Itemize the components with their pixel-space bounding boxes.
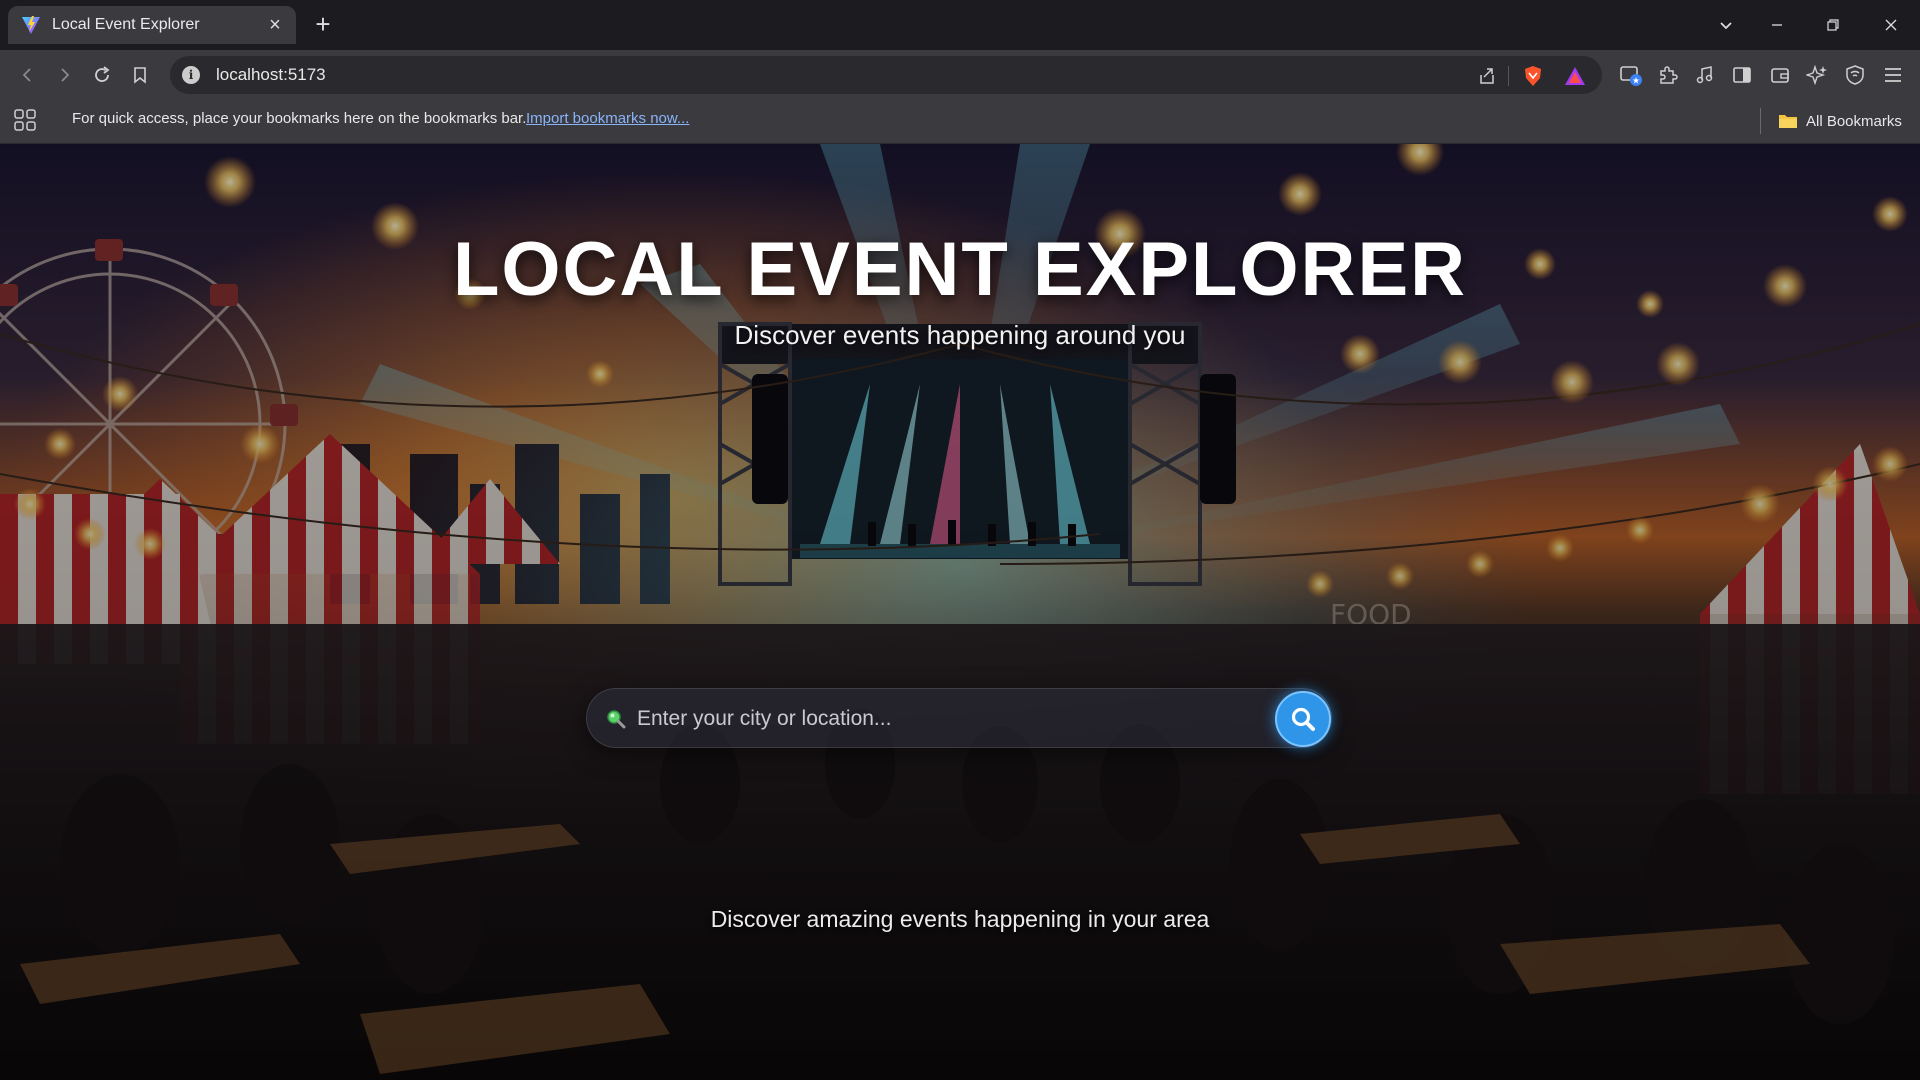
extensions-icon[interactable] <box>1655 62 1681 88</box>
bookmarks-divider <box>1760 108 1761 134</box>
browser-toolbar: i localhost:5173 ★ <box>0 50 1920 100</box>
wallet-icon[interactable] <box>1767 62 1793 88</box>
sidebar-icon[interactable] <box>1729 62 1755 88</box>
omnibox-divider <box>1508 66 1509 86</box>
vpn-icon[interactable] <box>1842 62 1868 88</box>
brave-shield-icon[interactable] <box>1522 65 1544 87</box>
page-viewport: FOOD <box>0 144 1920 1080</box>
menu-icon[interactable] <box>1880 62 1906 88</box>
page-subtitle: Discover events happening around you <box>734 320 1186 350</box>
share-icon[interactable] <box>1476 65 1498 87</box>
page-title: LOCAL EVENT EXPLORER <box>452 227 1468 312</box>
tab-title: Local Event Explorer <box>52 16 200 33</box>
location-search-input[interactable] <box>637 697 1247 741</box>
svg-text:★: ★ <box>1632 77 1640 87</box>
back-icon[interactable] <box>14 61 42 89</box>
search-button[interactable] <box>1275 691 1331 747</box>
plus-icon[interactable]: + <box>310 11 336 38</box>
reload-icon[interactable] <box>88 61 116 89</box>
forward-icon[interactable] <box>50 61 78 89</box>
events-empty-message: Discover amazing events happening in you… <box>710 906 1210 932</box>
import-bookmarks-link[interactable]: Import bookmarks now... <box>526 110 689 127</box>
search-icon <box>605 708 627 730</box>
brave-rewards-icon[interactable] <box>1564 65 1586 87</box>
address-bar[interactable]: i localhost:5173 <box>170 56 1602 94</box>
bookmarks-message: For quick access, place your bookmarks h… <box>72 110 527 127</box>
tab-manager-icon[interactable]: ★ <box>1618 62 1644 88</box>
folder-icon <box>1779 115 1797 128</box>
all-bookmarks-button[interactable]: All Bookmarks <box>1778 108 1902 134</box>
all-bookmarks-label: All Bookmarks <box>1806 112 1902 130</box>
location-search-bar <box>586 688 1332 748</box>
apps-icon[interactable] <box>13 108 37 132</box>
browser-tab[interactable]: Local Event Explorer × <box>8 6 296 44</box>
restore-icon[interactable] <box>1818 10 1848 40</box>
search-icon <box>1291 707 1315 731</box>
url-text[interactable]: localhost:5173 <box>216 65 326 85</box>
close-icon[interactable]: × <box>264 14 286 36</box>
vite-favicon <box>20 14 42 36</box>
chevron-down-icon[interactable] <box>1711 10 1741 40</box>
music-icon[interactable] <box>1692 62 1718 88</box>
tab-strip: Local Event Explorer × + <box>0 0 1920 50</box>
leo-ai-icon[interactable] <box>1804 62 1830 88</box>
minimize-icon[interactable] <box>1762 10 1792 40</box>
info-icon[interactable]: i <box>182 66 200 84</box>
bookmark-icon[interactable] <box>126 61 154 89</box>
window-close-icon[interactable] <box>1876 10 1906 40</box>
